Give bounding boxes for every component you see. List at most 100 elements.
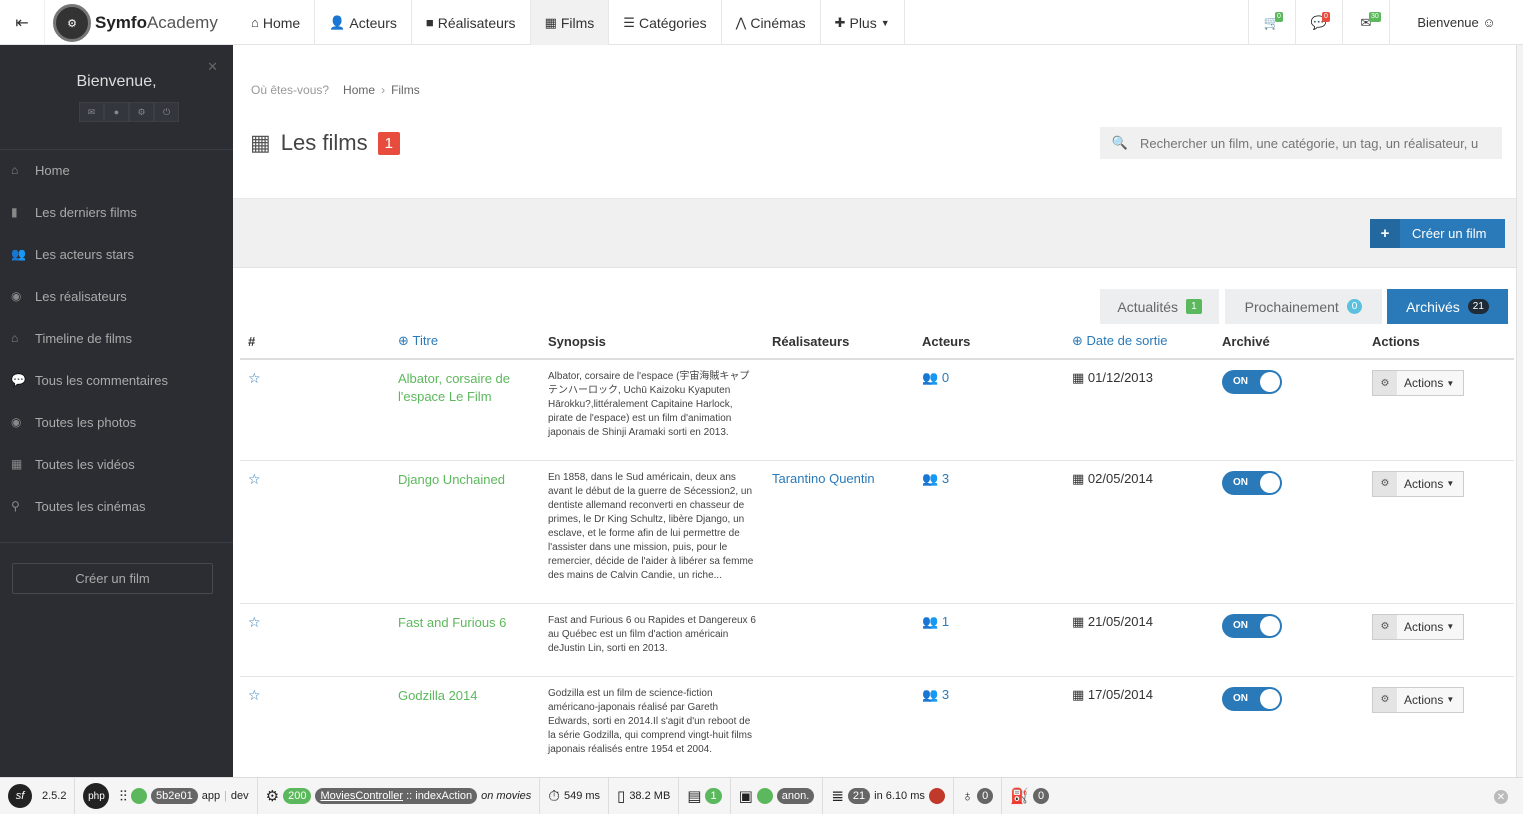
- actions-dropdown[interactable]: ⚙ Actions ▼: [1372, 470, 1464, 497]
- nav-home[interactable]: ⌂ Home: [237, 0, 316, 45]
- film-actors-link[interactable]: 👥 3: [922, 471, 949, 486]
- film-count-badge: 1: [377, 131, 400, 155]
- tab-archives[interactable]: Archivés 21: [1387, 289, 1508, 324]
- film-actors-link[interactable]: 👥 1: [922, 614, 949, 629]
- status-code-badge: 200: [283, 788, 312, 804]
- video-camera-icon: ■: [425, 15, 434, 30]
- tab-prochainement[interactable]: Prochainement 0: [1225, 289, 1382, 324]
- debug-request[interactable]: ⚙ 200 MoviesController :: indexAction on…: [258, 777, 541, 814]
- comments-button[interactable]: 💬 0: [1295, 0, 1342, 45]
- users-icon: 👥: [922, 470, 939, 486]
- users-icon: 👥: [922, 370, 939, 385]
- sidebar-item-commentaires[interactable]: 💬 Tous les commentaires: [0, 359, 233, 401]
- controller-badge: MoviesController :: indexAction: [315, 788, 478, 804]
- brand-logo[interactable]: ⚙ SymfoAcademy: [53, 3, 218, 43]
- actions-dropdown[interactable]: ⚙ Actions ▼: [1372, 613, 1464, 640]
- symfony-debug-toolbar: sf 2.5.2 php ⫶⫶ 5b2e01 app | dev ⚙ 200 M…: [0, 777, 1523, 814]
- plus-icon: ✚: [834, 14, 846, 30]
- actions-dropdown[interactable]: ⚙ Actions ▼: [1372, 686, 1464, 713]
- brand-name-light: Academy: [146, 13, 218, 32]
- calendar-icon: ▦: [1072, 370, 1085, 385]
- film-director-link[interactable]: Tarantino Quentin: [772, 471, 875, 486]
- debug-memory[interactable]: ▯ 38.2 MB: [609, 777, 680, 814]
- cart-button[interactable]: 🛒 0: [1248, 0, 1295, 45]
- col-header-index: #: [240, 324, 390, 360]
- col-header-actors: Acteurs: [914, 324, 1064, 360]
- film-actors-link[interactable]: 👥 0: [922, 370, 949, 385]
- page-scrollbar[interactable]: [1516, 45, 1523, 777]
- mail-badge: 30: [1369, 12, 1381, 22]
- debug-twig[interactable]: ♁ 0: [954, 777, 1003, 814]
- sort-icon: ⊕: [398, 333, 409, 348]
- sort-icon: ⊕: [1072, 333, 1083, 348]
- star-icon[interactable]: ☆: [248, 687, 261, 703]
- film-actors-link[interactable]: 👥 3: [922, 687, 949, 702]
- sidebar-item-home[interactable]: ⌂ Home: [0, 149, 233, 191]
- film-title-link[interactable]: Godzilla 2014: [398, 687, 532, 705]
- debug-database[interactable]: ≣ 21 in 6.10 ms: [823, 777, 954, 814]
- sidebar-item-derniers-films[interactable]: ▮ Les derniers films: [0, 191, 233, 233]
- film-release-date: ▦ 17/05/2014: [1072, 686, 1153, 702]
- sidebar-item-timeline[interactable]: ⌂ Timeline de films: [0, 317, 233, 359]
- archived-toggle[interactable]: ON: [1222, 686, 1282, 711]
- sidebar-toggle-icon[interactable]: ⇤: [0, 0, 45, 45]
- debug-time[interactable]: ⏱ 549 ms: [540, 777, 610, 814]
- sidebar-create-film-button[interactable]: Créer un film: [12, 563, 213, 594]
- sidebar-item-photos[interactable]: ◉ Toutes les photos: [0, 401, 233, 443]
- archived-toggle[interactable]: ON: [1222, 613, 1282, 638]
- mail-button[interactable]: ✉ 30: [1342, 0, 1389, 45]
- close-icon[interactable]: ✕: [1494, 790, 1508, 804]
- nav-films[interactable]: ▦ Films: [530, 0, 610, 45]
- film-synopsis: En 1858, dans le Sud américain, deux ans…: [548, 471, 754, 581]
- gear-icon: ⚙: [1373, 614, 1397, 639]
- create-film-button[interactable]: + Créer un film: [1370, 219, 1505, 248]
- star-icon[interactable]: ☆: [248, 471, 261, 487]
- col-header-title[interactable]: ⊕ Titre: [390, 324, 540, 360]
- welcome-menu[interactable]: Bienvenue ☺: [1389, 0, 1523, 45]
- debug-cache[interactable]: ⛽ 0: [1002, 778, 1057, 814]
- nav-plus-dropdown[interactable]: ✚ Plus ▼: [821, 0, 905, 45]
- caret-down-icon: ▼: [1446, 479, 1455, 488]
- road-icon: ⋀: [735, 14, 747, 30]
- search-input[interactable]: [1140, 135, 1502, 151]
- breadcrumb-home[interactable]: Home: [343, 83, 375, 97]
- table-row: ☆ Fast and Furious 6 Fast and Furious 6 …: [240, 602, 1514, 676]
- sidebar-item-cinemas[interactable]: ⚲ Toutes les cinémas: [0, 485, 233, 527]
- user-icon[interactable]: ●: [104, 102, 129, 122]
- nav-realisateurs[interactable]: ■ Réalisateurs: [412, 0, 531, 45]
- film-icon: ▦: [544, 14, 557, 30]
- debug-logs[interactable]: ▤ 1: [679, 777, 731, 814]
- nav-categories[interactable]: ☰ Catégories: [609, 0, 722, 45]
- films-table: # ⊕ Titre Synopsis Réalisateurs Acteurs …: [240, 324, 1514, 776]
- list-icon: ☰: [623, 14, 635, 30]
- sidebar: ✕ Bienvenue, ✉ ● ⚙ ⏻ ⌂ Home ▮ Les derniers…: [0, 45, 233, 777]
- tab-badge: 1: [1186, 299, 1202, 314]
- col-header-actions: Actions: [1364, 324, 1514, 360]
- col-header-release-date[interactable]: ⊕ Date de sortie: [1064, 324, 1214, 360]
- sidebar-item-videos[interactable]: ▦ Toutes les vidéos: [0, 443, 233, 485]
- gear-icon[interactable]: ⚙: [129, 102, 154, 122]
- star-icon[interactable]: ☆: [248, 370, 261, 386]
- star-icon[interactable]: ☆: [248, 614, 261, 630]
- main-nav: ⌂ Home 👤 Acteurs ■ Réalisateurs ▦ Films ☰ Cat…: [237, 0, 905, 45]
- debug-config[interactable]: php ⫶⫶ 5b2e01 app | dev: [75, 777, 258, 814]
- user-badge: anon.: [776, 788, 815, 804]
- page-title: ▦ Les films 1: [250, 130, 400, 156]
- debug-security[interactable]: ▣ anon.: [731, 777, 824, 814]
- envelope-icon[interactable]: ✉: [79, 102, 104, 122]
- sidebar-item-realisateurs[interactable]: ◉ Les réalisateurs: [0, 275, 233, 317]
- caret-down-icon: ▼: [1446, 378, 1455, 388]
- power-icon[interactable]: ⏻: [154, 102, 179, 122]
- debug-symfony-version[interactable]: sf 2.5.2: [0, 777, 76, 814]
- table-row: ☆ Albator, corsaire de l'espace Le Film …: [240, 358, 1514, 460]
- actions-dropdown[interactable]: ⚙ Actions ▼: [1372, 370, 1464, 396]
- sidebar-item-acteurs-stars[interactable]: 👥 Les acteurs stars: [0, 233, 233, 275]
- film-title-link[interactable]: Django Unchained: [398, 471, 532, 489]
- archived-toggle[interactable]: ON: [1222, 370, 1282, 394]
- film-title-link[interactable]: Fast and Furious 6: [398, 614, 532, 632]
- nav-acteurs[interactable]: 👤 Acteurs: [315, 0, 412, 45]
- nav-cinemas[interactable]: ⋀ Cinémas: [722, 0, 821, 45]
- tab-actualites[interactable]: Actualités 1: [1100, 289, 1219, 324]
- archived-toggle[interactable]: ON: [1222, 470, 1282, 495]
- film-title-link[interactable]: Albator, corsaire de l'espace Le Film: [398, 370, 532, 406]
